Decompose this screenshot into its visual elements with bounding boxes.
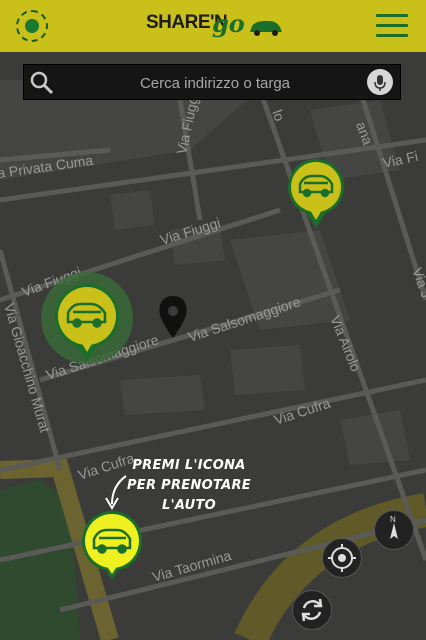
- search-input[interactable]: [70, 65, 360, 101]
- hamburger-menu-icon[interactable]: [376, 14, 408, 38]
- app-logo: SHARE'N go: [146, 9, 282, 40]
- locate-crosshair-icon[interactable]: [322, 538, 362, 578]
- svg-text:N: N: [390, 515, 396, 524]
- logo-text-suffix: go: [212, 9, 245, 38]
- status-indicator-icon[interactable]: [16, 10, 48, 42]
- logo-car-icon: [250, 21, 282, 36]
- compass-north-icon[interactable]: N: [374, 510, 414, 550]
- hint-line-2: PER PRENOTARE: [126, 478, 251, 493]
- hint-line-1: PREMI L'ICONA: [132, 458, 246, 473]
- hint-line-3: L'AUTO: [161, 498, 217, 513]
- search-bar: [23, 64, 401, 101]
- microphone-icon[interactable]: [367, 69, 393, 95]
- booking-hint: PREMI L'ICONA PER PRENOTARE L'AUTO: [124, 456, 254, 516]
- app-header: SHARE'N go: [0, 0, 426, 52]
- magnifier-icon[interactable]: [30, 71, 54, 95]
- refresh-icon[interactable]: [292, 590, 332, 630]
